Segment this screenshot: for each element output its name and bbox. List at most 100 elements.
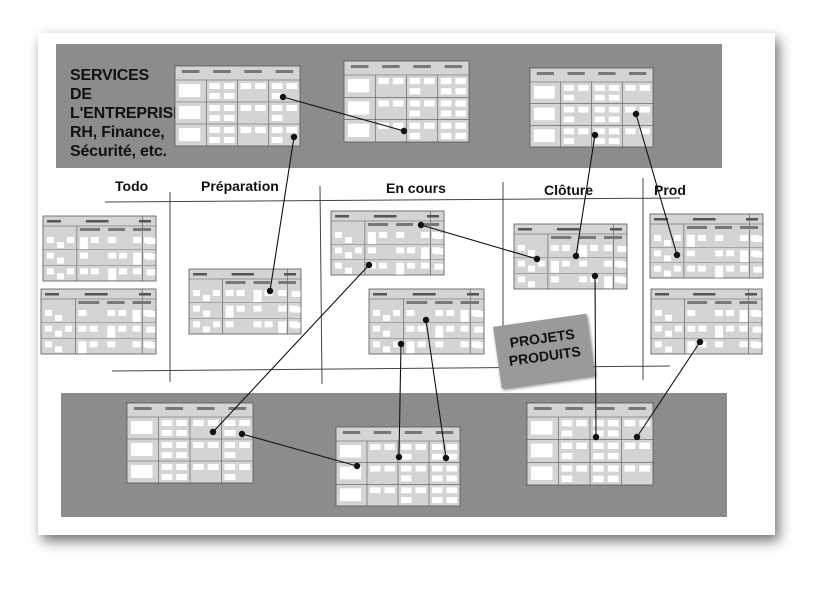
sticky-note [107, 341, 116, 348]
header-label-mark [745, 293, 757, 296]
sticky-note [686, 250, 695, 257]
sticky-note [108, 252, 117, 259]
subheader-label-mark [604, 236, 622, 239]
link-endpoint [442, 454, 450, 462]
sticky-note [421, 253, 430, 260]
sticky-note [224, 442, 236, 448]
sticky-note [67, 237, 74, 243]
header-label-mark [628, 407, 647, 410]
sticky-note [223, 127, 235, 133]
sticky-note [576, 465, 587, 472]
sticky-note [271, 115, 283, 121]
sticky-note [370, 487, 381, 494]
subheader-label-mark [133, 228, 151, 231]
sticky-note [392, 100, 404, 107]
sticky-note [424, 100, 435, 107]
sticky-note [608, 94, 620, 101]
project-board [42, 215, 157, 282]
sticky-note [407, 247, 416, 254]
sticky-note [225, 305, 234, 312]
sticky-note [432, 444, 443, 450]
sticky-note [253, 290, 262, 296]
header-label-mark [231, 273, 254, 276]
sticky-note [561, 245, 570, 251]
sticky-note [440, 132, 452, 139]
sticky-note [79, 237, 88, 243]
header-label-mark [139, 293, 151, 296]
link-endpoint [417, 221, 425, 229]
kanban-diagram [40, 60, 764, 507]
sticky-note [132, 316, 141, 322]
sticky-note [132, 310, 141, 316]
grid-line [319, 185, 323, 385]
sticky-note [455, 132, 466, 139]
header-label-mark [165, 407, 184, 410]
sticky-note-large [534, 129, 555, 142]
sticky-note [133, 268, 142, 275]
sticky-note-large [340, 488, 361, 501]
sticky-note [739, 341, 748, 348]
sticky-note [90, 237, 99, 243]
sticky-note [278, 321, 287, 328]
sticky-note [89, 325, 98, 332]
sticky-note [460, 325, 469, 332]
sticky-note [415, 444, 426, 450]
sticky-note-large [531, 466, 553, 480]
link-endpoint [209, 428, 217, 436]
sticky-note [639, 465, 650, 472]
sticky-note [409, 122, 421, 129]
header-label-mark [655, 293, 669, 296]
sticky-note [291, 291, 301, 297]
boards [40, 60, 764, 507]
sticky-note [550, 276, 559, 283]
subheader-label-mark [225, 281, 246, 284]
sticky-note [421, 262, 430, 269]
sticky-note [108, 268, 117, 275]
project-board [513, 223, 628, 290]
header-label-mark [85, 220, 109, 223]
subheader-label-mark [686, 226, 708, 229]
sticky-note [624, 442, 636, 449]
sticky-note [563, 138, 575, 144]
sticky-note [518, 260, 525, 267]
sticky-note [726, 250, 735, 257]
sticky-note [608, 85, 620, 91]
sticky-note [224, 474, 236, 480]
sticky-note [223, 93, 235, 99]
link-endpoint [400, 127, 408, 135]
sticky-note [291, 306, 301, 313]
sticky-note [434, 248, 444, 255]
sticky-note [65, 325, 72, 332]
header-label-mark [598, 72, 616, 75]
sticky-note [625, 85, 636, 91]
sticky-note [753, 236, 763, 242]
header-label-mark [284, 273, 296, 276]
sticky-note [286, 105, 297, 111]
link-endpoint [592, 433, 600, 441]
sticky-note-large [534, 86, 555, 99]
sticky-note [594, 106, 605, 113]
header-label-mark [556, 228, 580, 231]
sticky-note [253, 296, 262, 302]
sticky-note [579, 260, 588, 267]
project-board [649, 213, 764, 279]
sticky-note [617, 261, 627, 268]
sticky-note [67, 268, 74, 275]
sticky-note [367, 238, 376, 244]
sticky-note [225, 321, 234, 328]
sticky-note [209, 137, 220, 143]
sticky-note [687, 325, 696, 332]
sticky-note [579, 276, 588, 283]
sticky-note [446, 325, 455, 332]
sticky-note [335, 247, 342, 254]
sticky-note [435, 331, 444, 338]
sticky-note [715, 235, 724, 241]
link-line [269, 136, 295, 292]
sticky-note [383, 346, 390, 353]
sticky-note [278, 327, 287, 334]
sticky-note [345, 252, 352, 259]
sticky-note [726, 310, 735, 316]
sticky-note-large [131, 421, 153, 434]
sticky-note [446, 465, 457, 472]
sticky-note [79, 252, 88, 259]
